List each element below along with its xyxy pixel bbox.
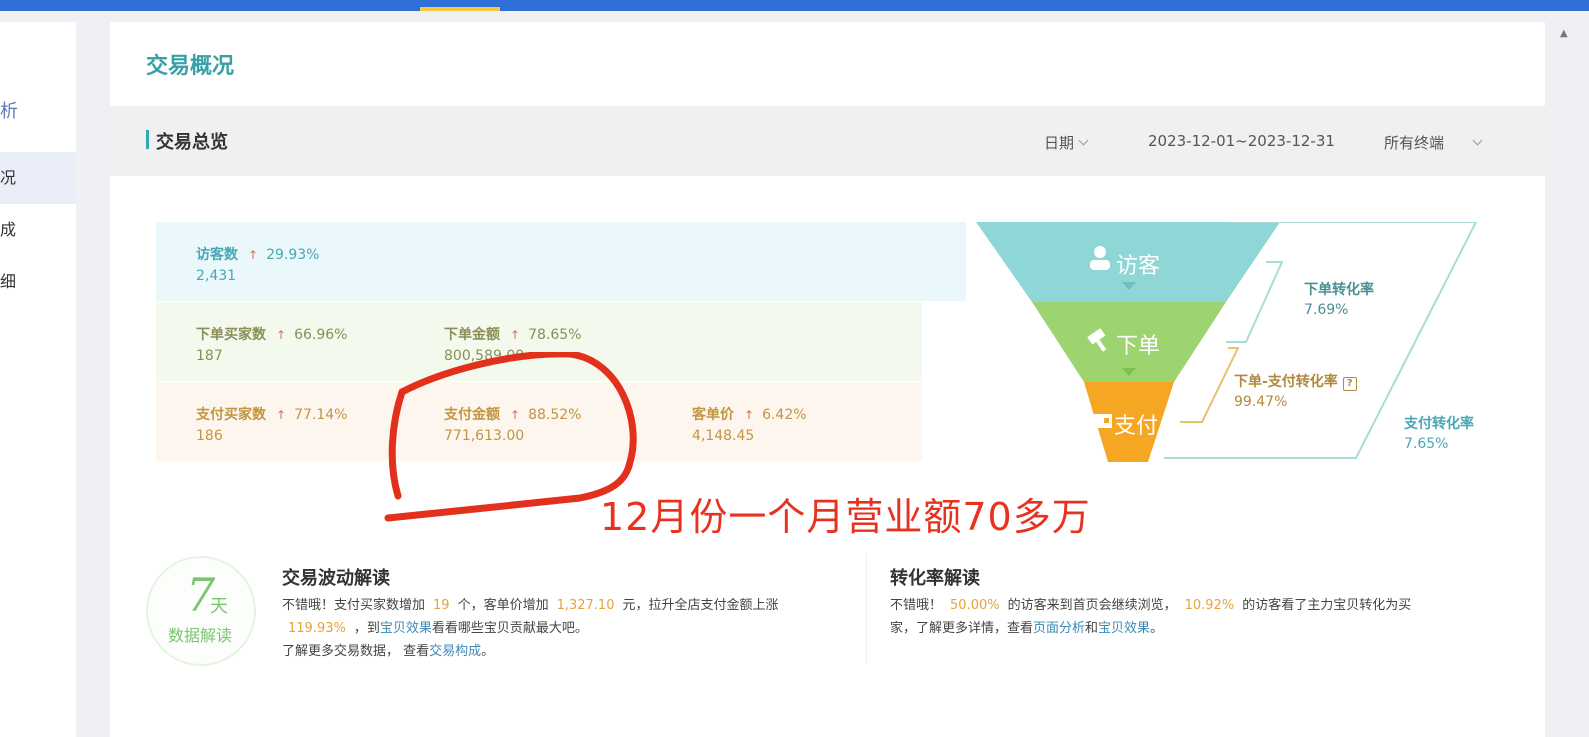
metric-visitors[interactable]: 访客数 ↑ 29.93% 2,431 — [196, 244, 319, 284]
metric-value: 2,431 — [196, 268, 237, 284]
active-tab-indicator — [420, 7, 500, 11]
handwritten-annotation: 12月份一个月营业额70多万 — [600, 495, 1091, 539]
metric-change: 78.65% — [528, 327, 582, 343]
link-item-effect[interactable]: 宝贝效果 — [1098, 621, 1150, 636]
link-trade-composition[interactable]: 交易构成 — [429, 644, 481, 659]
date-range-picker[interactable]: 2023-12-01~2023-12-31 — [1148, 132, 1335, 150]
conversion-funnel: 访客 下单 支付 下单转化率 7.69% 下单-支付转化率 ? 99.47% 支… — [976, 222, 1589, 472]
seven-day-badge[interactable]: 7 天 数据解读 — [146, 556, 256, 666]
chevron-down-icon — [1472, 135, 1483, 146]
link-page-analysis[interactable]: 页面分析 — [1033, 621, 1085, 636]
rate-label: 支付转化率 — [1404, 416, 1474, 432]
section-title: 交易总览 — [156, 132, 228, 153]
metric-label: 客单价 — [692, 407, 734, 423]
date-dropdown[interactable]: 日期 — [1044, 132, 1089, 153]
funnel-graphic — [976, 222, 1478, 462]
order-pay-conversion-rate: 下单-支付转化率 ? 99.47% — [1234, 372, 1357, 412]
trade-interpretation-title: 交易波动解读 — [282, 568, 390, 589]
metric-value: 186 — [196, 428, 223, 444]
metric-change: 29.93% — [266, 247, 320, 263]
trade-interpretation-body: 不错哦！支付买家数增加 19 个，客单价增加 1,327.10 元，拉升全店支付金额上涨… — [282, 598, 779, 659]
metric-label: 下单买家数 — [196, 327, 266, 343]
link-item-effect[interactable]: 宝贝效果 — [380, 621, 432, 636]
sidebar-item-detail[interactable]: 细 — [0, 256, 76, 308]
badge-text: 数据解读 — [168, 626, 233, 645]
sidebar-item-composition[interactable]: 成 — [0, 204, 76, 256]
pay-conversion-rate: 支付转化率 7.65% — [1404, 414, 1474, 454]
scroll-up-arrow-icon[interactable]: ▲ — [1560, 28, 1568, 39]
funnel-visitor-label: 访客 — [1116, 254, 1161, 279]
arrow-up-icon: ↑ — [510, 328, 521, 342]
help-icon[interactable]: ? — [1342, 377, 1357, 391]
rate-value: 7.65% — [1404, 436, 1449, 452]
rate-label: 下单-支付转化率 ? — [1234, 372, 1357, 392]
header-card: 交易概况 — [110, 22, 1545, 106]
metric-change: 66.96% — [294, 327, 348, 343]
arrow-up-icon: ↑ — [276, 328, 287, 342]
sidebar-item-label: 况 — [0, 168, 17, 187]
metric-label: 支付买家数 — [196, 407, 266, 423]
arrow-up-icon: ↑ — [744, 408, 755, 422]
sidebar-item-overview[interactable]: 况 — [0, 152, 76, 204]
visitor-metrics-row: 访客数 ↑ 29.93% 2,431 — [156, 222, 966, 301]
terminal-value: 所有终端 — [1384, 134, 1445, 152]
conversion-interpretation-title: 转化率解读 — [890, 568, 980, 589]
sidebar: 析 况 成 细 — [0, 22, 76, 737]
top-nav-bar — [0, 0, 1589, 11]
rate-value: 7.69% — [1304, 302, 1349, 318]
order-conversion-rate: 下单转化率 7.69% — [1304, 280, 1374, 320]
page-title: 交易概况 — [146, 54, 235, 79]
metric-avg-price[interactable]: 客单价 ↑ 6.42% 4,148.45 — [692, 404, 807, 444]
metric-pay-buyers[interactable]: 支付买家数 ↑ 77.14% 186 — [196, 404, 347, 444]
terminal-dropdown[interactable]: 所有终端 — [1384, 132, 1483, 153]
arrow-up-icon: ↑ — [248, 248, 259, 262]
sidebar-item-label: 细 — [0, 272, 17, 291]
rate-label: 下单转化率 — [1304, 282, 1374, 298]
metric-change: 6.42% — [762, 407, 807, 423]
metric-label: 访客数 — [196, 247, 238, 263]
metric-order-buyers[interactable]: 下单买家数 ↑ 66.96% 187 — [196, 324, 347, 364]
metric-value: 187 — [196, 348, 223, 364]
metric-label: 下单金额 — [444, 327, 500, 343]
conversion-interpretation-body: 不错哦！ 50.00% 的访客来到首页会继续浏览， 10.92% 的访客看了主力宝贝转化… — [890, 598, 1412, 636]
wallet-icon — [1094, 414, 1112, 428]
badge-unit: 天 — [210, 596, 228, 617]
chevron-down-icon — [1078, 135, 1089, 146]
metric-value: 4,148.45 — [692, 428, 755, 444]
sidebar-item-label: 成 — [0, 220, 17, 239]
funnel-order-label: 下单 — [1116, 334, 1161, 359]
funnel-pay-label: 支付 — [1114, 414, 1159, 439]
arrow-up-icon: ↑ — [276, 408, 287, 422]
divider — [866, 554, 867, 664]
scrollbar[interactable]: ▲ — [1552, 22, 1582, 737]
date-label: 日期 — [1044, 134, 1075, 152]
metric-change: 77.14% — [294, 407, 348, 423]
sidebar-item-label: 析 — [0, 101, 18, 122]
sidebar-item-analysis[interactable]: 析 — [0, 86, 76, 138]
section-accent — [146, 130, 149, 149]
main-content: 访客数 ↑ 29.93% 2,431 下单买家数 ↑ 66.96% 187 下单金额 ↑ 7… — [110, 176, 1545, 737]
date-range-value: 2023-12-01~2023-12-31 — [1148, 132, 1335, 150]
rate-value: 99.47% — [1234, 394, 1288, 410]
section-header: 交易总览 日期 2023-12-01~2023-12-31 所有终端 — [110, 106, 1545, 176]
